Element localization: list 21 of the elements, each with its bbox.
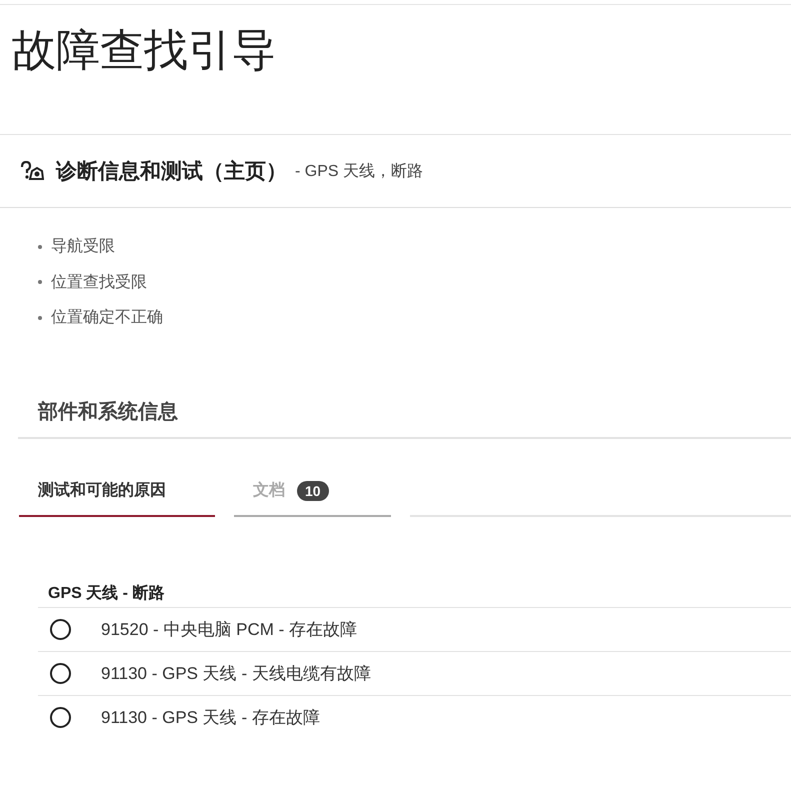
diagnostic-icon bbox=[20, 161, 44, 181]
tab[interactable]: 文档 10 bbox=[234, 478, 391, 516]
symptom-text: 位置查找受限 bbox=[51, 272, 147, 293]
section-heading: 诊断信息和测试（主页） bbox=[56, 158, 287, 185]
radio-button[interactable] bbox=[50, 706, 71, 728]
radio-button[interactable] bbox=[50, 662, 71, 684]
option-label: 91130 - GPS 天线 - 存在故障 bbox=[101, 706, 320, 728]
option-label: 91520 - 中央电脑 PCM - 存在故障 bbox=[101, 618, 357, 640]
option-label: 91130 - GPS 天线 - 天线电缆有故障 bbox=[101, 662, 371, 684]
symptom-text: 位置确定不正确 bbox=[51, 308, 163, 328]
section-heading: 部件和系统信息 bbox=[18, 398, 791, 438]
tab[interactable]: 测试和可能的原因 bbox=[19, 478, 215, 516]
symptom-text: 导航受限 bbox=[51, 236, 115, 258]
radio-button[interactable] bbox=[50, 618, 71, 640]
count-badge: 10 bbox=[297, 480, 329, 500]
bullet-icon bbox=[38, 316, 42, 320]
section-subtitle: - GPS 天线，断路 bbox=[295, 162, 424, 182]
bullet-icon bbox=[38, 244, 42, 249]
page-title: 故障查找引导 bbox=[11, 25, 277, 77]
bullet-icon bbox=[38, 280, 42, 284]
group-heading: GPS 天线 - 断路 bbox=[48, 584, 166, 604]
